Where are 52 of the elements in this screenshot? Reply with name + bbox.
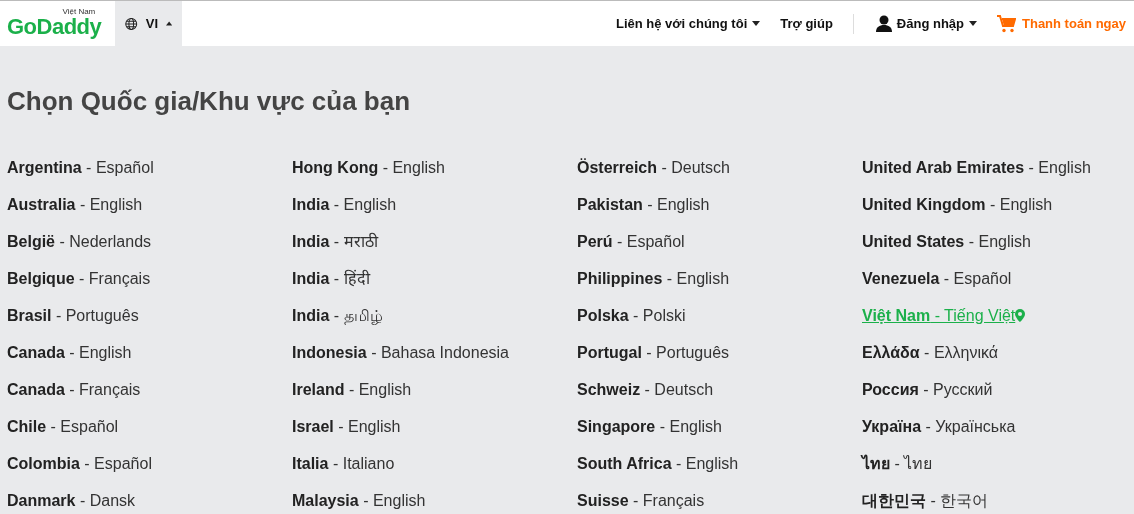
country-link[interactable]: Schweiz - Deutsch bbox=[577, 380, 714, 399]
country-link[interactable]: Singapore - English bbox=[577, 417, 722, 436]
country-link[interactable]: India - தமிழ் bbox=[292, 306, 383, 325]
country-link[interactable]: Malaysia - English bbox=[292, 491, 426, 510]
country-link[interactable]: Ελλάδα - Ελληνικά bbox=[862, 343, 999, 362]
country-link[interactable]: Chile - Español bbox=[7, 417, 119, 436]
country-link[interactable]: Australia - English bbox=[7, 195, 143, 214]
country-link[interactable]: Suisse - Français bbox=[577, 491, 705, 510]
help-link[interactable]: Trợ giúp bbox=[780, 16, 833, 31]
country-link[interactable]: Österreich - Deutsch bbox=[577, 158, 730, 177]
country-link[interactable]: India - English bbox=[292, 195, 397, 214]
contact-menu[interactable]: Liên hệ với chúng tôi bbox=[615, 16, 761, 31]
caret-icon bbox=[969, 21, 977, 26]
country-link[interactable]: Brasil - Português bbox=[7, 306, 139, 325]
country-link[interactable]: Hong Kong - English bbox=[292, 158, 445, 177]
country-link[interactable]: 대한민국 - 한국어 bbox=[862, 491, 989, 510]
country-link[interactable]: Canada - Français bbox=[7, 380, 141, 399]
country-link[interactable]: Ireland - English bbox=[292, 380, 412, 399]
country-link[interactable]: Italia - Italiano bbox=[292, 454, 395, 473]
globe-icon bbox=[125, 15, 138, 32]
country-link[interactable]: Россия - Русский bbox=[862, 380, 993, 399]
country-link[interactable]: Polska - Polski bbox=[577, 306, 686, 325]
sign-in-menu[interactable]: Đăng nhập bbox=[875, 15, 977, 32]
country-link[interactable]: Indonesia - Bahasa Indonesia bbox=[292, 343, 509, 362]
country-link[interactable]: Israel - English bbox=[292, 417, 401, 436]
user-icon bbox=[875, 15, 892, 32]
country-link[interactable]: Perú - Español bbox=[577, 232, 685, 251]
logo[interactable]: Việt Nam GoDaddy bbox=[0, 1, 116, 46]
country-link[interactable]: Canada - English bbox=[7, 343, 132, 362]
country-link[interactable]: Україна - Українська bbox=[862, 417, 1016, 436]
country-link[interactable]: Pakistan - English bbox=[577, 195, 710, 214]
location-pin-icon bbox=[1015, 309, 1026, 322]
country-link[interactable]: Philippines - English bbox=[577, 269, 730, 288]
country-link[interactable]: India - हिंदी bbox=[292, 269, 370, 288]
country-link[interactable]: Belgique - Français bbox=[7, 269, 151, 288]
country-link[interactable]: United Kingdom - English bbox=[862, 195, 1053, 214]
country-link[interactable]: ไทย - ไทย bbox=[862, 454, 933, 473]
cart-icon bbox=[997, 14, 1016, 33]
caret-icon bbox=[752, 21, 761, 26]
country-link[interactable]: Colombia - Español bbox=[7, 454, 152, 473]
country-link[interactable]: India - मराठी bbox=[292, 232, 378, 251]
country-link[interactable]: België - Nederlands bbox=[7, 232, 152, 251]
country-link[interactable]: Danmark - Dansk bbox=[7, 491, 136, 510]
page-title: Chọn Quốc gia/Khu vực của bạn bbox=[7, 86, 412, 117]
country-link[interactable]: Venezuela - Español bbox=[862, 269, 1012, 288]
country-link[interactable]: Portugal - Português bbox=[577, 343, 730, 362]
country-link[interactable]: Argentina - Español bbox=[7, 158, 154, 177]
language-button[interactable]: VI bbox=[115, 1, 183, 46]
caret-icon bbox=[166, 21, 173, 26]
country-link[interactable]: United States - English bbox=[862, 232, 1031, 251]
country-link[interactable]: United Arab Emirates - English bbox=[862, 158, 1091, 177]
country-link[interactable]: South Africa - English bbox=[577, 454, 739, 473]
